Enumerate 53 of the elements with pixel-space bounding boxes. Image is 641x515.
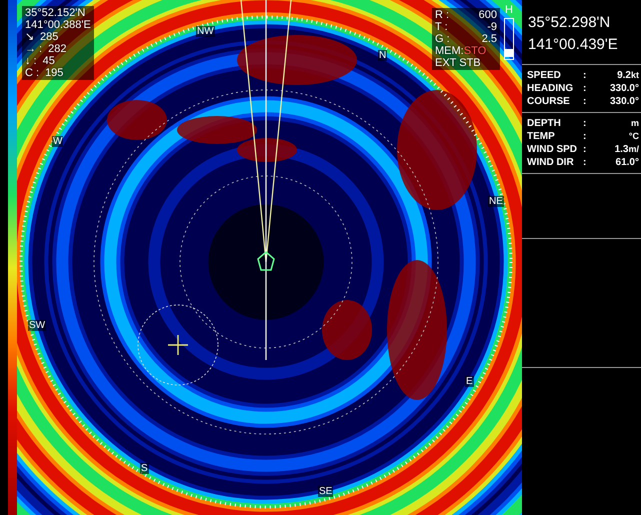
readout-symbol: ↘ bbox=[25, 31, 34, 43]
data-label: HEADING bbox=[527, 82, 574, 95]
readout-symbol: C : bbox=[25, 67, 40, 79]
readout-value: 285 bbox=[40, 31, 58, 43]
data-value: 1.3m/ bbox=[614, 143, 639, 156]
memory-value: STO bbox=[464, 45, 486, 57]
compass-label: E bbox=[465, 376, 474, 387]
data-label: TEMP bbox=[527, 130, 556, 143]
memory-label: MEM: bbox=[435, 45, 464, 57]
compass-label: W bbox=[52, 136, 64, 147]
data-separator: : bbox=[583, 130, 588, 143]
data-separator: : bbox=[583, 117, 588, 130]
data-value: 330.0° bbox=[608, 82, 639, 95]
data-label: COURSE bbox=[527, 95, 571, 108]
data-label: SPEED bbox=[527, 69, 562, 82]
ship-icon bbox=[257, 251, 275, 271]
mode-label: EXT STB bbox=[435, 57, 482, 69]
data-separator: : bbox=[583, 95, 588, 108]
compass-label: N bbox=[378, 50, 388, 61]
data-label: DEPTH bbox=[527, 117, 562, 130]
crosshair-icon bbox=[167, 334, 189, 356]
own-ship-longitude: 141°00.439'E bbox=[528, 35, 619, 55]
compass-label: SW bbox=[28, 320, 46, 331]
readout-symbol: ↓ : bbox=[25, 55, 37, 67]
compass-label: NE bbox=[488, 196, 504, 207]
setting-value: 2.5 bbox=[480, 33, 497, 45]
data-separator: : bbox=[583, 82, 588, 95]
gain-label: H bbox=[505, 4, 513, 16]
setting-value: -9 bbox=[486, 21, 497, 33]
compass-label: SE bbox=[318, 486, 334, 497]
readout-symbol: → : bbox=[25, 43, 42, 55]
data-value: 330.0° bbox=[608, 95, 639, 108]
readout-value: 45 bbox=[42, 55, 55, 67]
data-separator: : bbox=[583, 143, 588, 156]
readout-value: 195 bbox=[45, 67, 64, 79]
data-value: 61.0° bbox=[614, 156, 639, 169]
compass-label: NW bbox=[196, 26, 215, 37]
data-separator: : bbox=[583, 156, 588, 169]
data-value: 9.2kt bbox=[616, 69, 639, 82]
setting-label: T : bbox=[435, 21, 449, 33]
data-value: °C bbox=[628, 130, 639, 143]
cursor-latitude: 35°52.152'N bbox=[25, 7, 86, 19]
setting-value: 600 bbox=[478, 9, 497, 21]
own-ship-latitude: 35°52.298'N bbox=[528, 13, 612, 33]
compass-label: S bbox=[140, 463, 149, 474]
data-separator: : bbox=[583, 69, 588, 82]
data-label: WIND DIR bbox=[527, 156, 575, 169]
cursor-longitude: 141°00.388'E bbox=[25, 19, 91, 31]
setting-label: G : bbox=[435, 33, 451, 45]
readout-value: 282 bbox=[48, 43, 66, 55]
setting-label: R : bbox=[435, 9, 450, 21]
data-label: WIND SPD bbox=[527, 143, 578, 156]
data-value: m bbox=[630, 117, 639, 130]
